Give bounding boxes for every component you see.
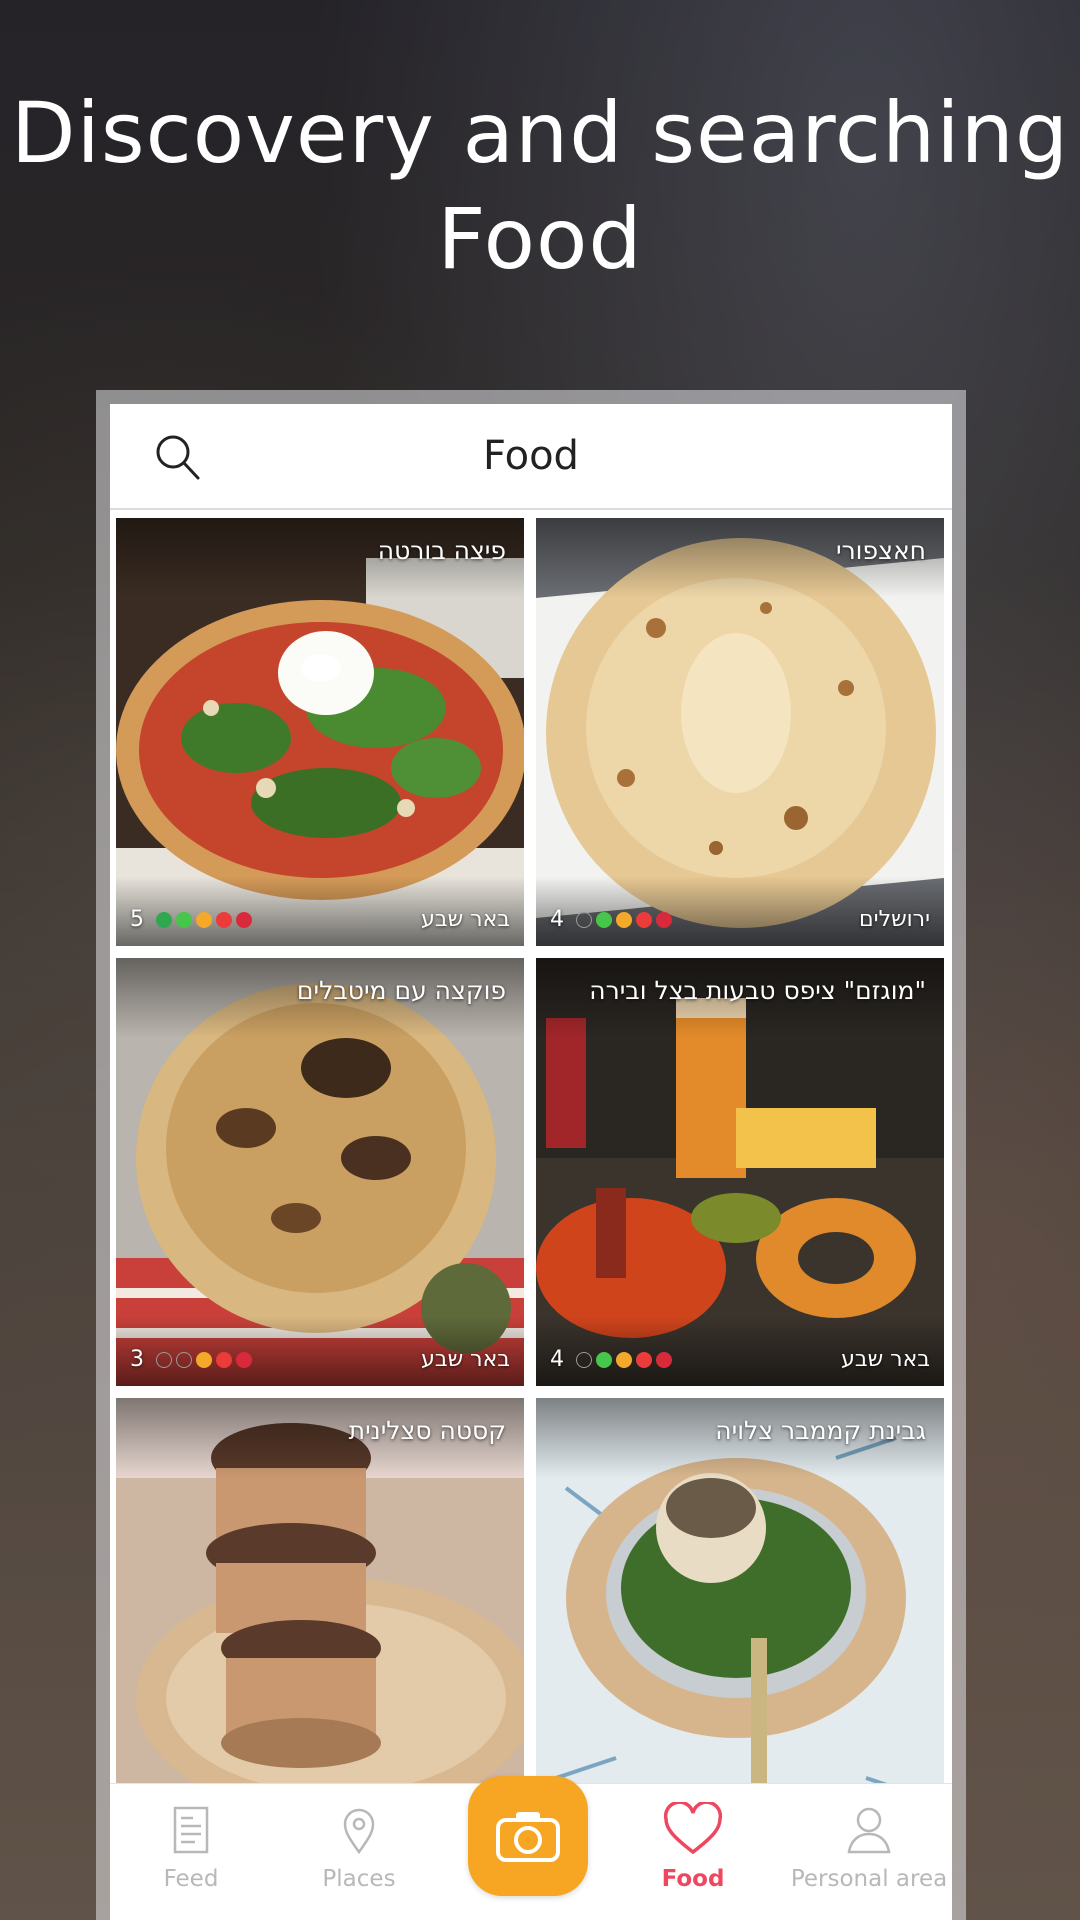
- rating-value: 5: [130, 907, 144, 932]
- rating-dot: [196, 1351, 212, 1368]
- feed-icon: [173, 1806, 209, 1854]
- rating-dot: [236, 911, 252, 928]
- map-pin-icon: [343, 1808, 375, 1855]
- rating-dot: [576, 911, 592, 928]
- rating-dot: [576, 1351, 592, 1368]
- food-card[interactable]: פוקצה עם מיטבלים באר שבע 3: [116, 958, 524, 1386]
- tab-food[interactable]: Food: [618, 1802, 768, 1892]
- rating: 5: [130, 907, 252, 932]
- promo-line-1: Discovery and searching: [10, 84, 1070, 182]
- rating-dot: [616, 1351, 632, 1368]
- rating-dot: [656, 1351, 672, 1368]
- city-label: באר שבע: [421, 907, 510, 932]
- tab-label: Personal area: [790, 1866, 948, 1892]
- rating-dot: [216, 1351, 232, 1368]
- rating: 3: [130, 1347, 252, 1372]
- food-card[interactable]: קסטה סצלינית: [116, 1398, 524, 1826]
- food-card[interactable]: "מוגזם" ציפס טבעות בצל ובירה באר שבע 4: [536, 958, 944, 1386]
- dish-name: חאצפורי: [835, 536, 926, 565]
- rating-dot: [156, 1351, 172, 1368]
- tab-label: Feed: [163, 1866, 219, 1892]
- app-header: Food: [110, 404, 952, 510]
- dish-name: פוקצה עם מיטבלים: [296, 976, 506, 1005]
- dish-name: גבינת קממבר צלויה: [715, 1416, 926, 1445]
- rating-dot: [236, 1351, 252, 1368]
- dish-name: "מוגזם" ציפס טבעות בצל ובירה: [589, 976, 926, 1005]
- bottom-tab-bar: Feed Places Food Personal area: [110, 1776, 952, 1920]
- rating-value: 4: [550, 907, 564, 932]
- page-title: Food: [483, 433, 579, 479]
- rating-dot: [636, 1351, 652, 1368]
- city-label: באר שבע: [841, 1347, 930, 1372]
- food-card[interactable]: חאצפורי ירושלים 4: [536, 518, 944, 946]
- tab-label: Places: [322, 1866, 396, 1892]
- rating: 4: [550, 1347, 672, 1372]
- app-screen: Food פיצה בורטה באר שבע 5 חאצפורי ירושלי…: [110, 404, 952, 1920]
- food-grid: פיצה בורטה באר שבע 5 חאצפורי ירושלים 4 פ…: [116, 518, 948, 1826]
- rating-dot: [216, 911, 232, 928]
- rating-value: 4: [550, 1347, 564, 1372]
- rating-dot: [636, 911, 652, 928]
- phone-frame: Food פיצה בורטה באר שבע 5 חאצפורי ירושלי…: [96, 390, 966, 1920]
- food-card[interactable]: גבינת קממבר צלויה: [536, 1398, 944, 1826]
- rating-dot: [156, 911, 172, 928]
- dish-name: פיצה בורטה: [377, 536, 506, 565]
- rating-dot: [176, 911, 192, 928]
- city-label: באר שבע: [421, 1347, 510, 1372]
- rating-value: 3: [130, 1347, 144, 1372]
- food-card[interactable]: פיצה בורטה באר שבע 5: [116, 518, 524, 946]
- rating-dot: [596, 1351, 612, 1368]
- rating: 4: [550, 907, 672, 932]
- rating-dot: [596, 911, 612, 928]
- dish-name: קסטה סצלינית: [348, 1416, 506, 1445]
- rating-dot: [616, 911, 632, 928]
- search-button[interactable]: [148, 428, 208, 488]
- rating-dot: [196, 911, 212, 928]
- tab-places[interactable]: Places: [284, 1802, 434, 1892]
- promo-headline: Discovery and searching Food: [0, 80, 1080, 292]
- user-icon: [847, 1807, 891, 1854]
- camera-button[interactable]: [468, 1776, 588, 1896]
- tab-personal-area[interactable]: Personal area: [786, 1802, 952, 1892]
- camera-icon: [496, 1812, 560, 1862]
- tab-feed[interactable]: Feed: [116, 1802, 266, 1892]
- tab-label: Food: [661, 1866, 725, 1892]
- search-icon: [156, 435, 200, 480]
- rating-dot: [176, 1351, 192, 1368]
- rating-dot: [656, 911, 672, 928]
- promo-line-2: Food: [437, 190, 643, 288]
- heart-icon: [663, 1802, 723, 1855]
- city-label: ירושלים: [859, 907, 930, 932]
